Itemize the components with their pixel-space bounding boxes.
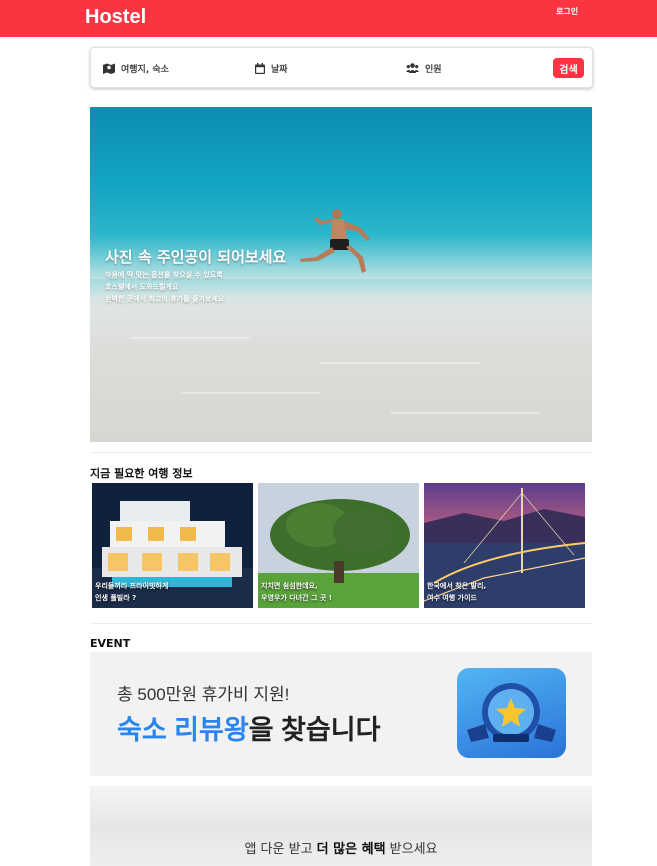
card-caption: 한국에서 찾은 발리, 여수 여행 가이드 — [427, 580, 486, 604]
destination-field[interactable]: 여행지, 숙소 — [103, 61, 169, 75]
card-caption-line1: 한국에서 찾은 발리, — [427, 582, 487, 590]
sand-ripple — [130, 337, 250, 339]
banner-title-highlight: 숙소 리뷰왕 — [117, 715, 249, 745]
card-caption-line1: 우리들끼리 프라이빗하게 — [95, 582, 169, 590]
divider — [90, 452, 592, 453]
banner-title: 숙소 리뷰왕을 찾습니다 — [117, 708, 380, 747]
users-icon — [406, 63, 419, 73]
promo-text-pre: 앱 다운 받고 — [244, 842, 317, 857]
card-caption-line1: 지치면 쉼섬한데요, — [261, 582, 318, 590]
review-king-badge — [457, 668, 566, 758]
promo-text: 앱 다운 받고 더 많은 혜택 받으세요 — [90, 838, 592, 857]
logo[interactable]: Hostel — [85, 6, 146, 29]
hero-line-3: 완벽한 곳에서 최고의 휴가를 즐겨보세요 — [105, 295, 225, 303]
hero-title: 사진 속 주인공이 되어보세요 — [105, 248, 287, 266]
guests-placeholder: 인원 — [425, 64, 442, 75]
card-caption-line2: 우영우가 다녀간 그 곳 ! — [261, 594, 332, 602]
sand-ripple — [320, 362, 480, 364]
card-caption: 우리들끼리 프라이빗하게 인생 풀빌라 ? — [95, 580, 168, 604]
event-heading: EVENT — [90, 637, 131, 650]
divider — [90, 623, 592, 624]
hero-line-1: 마음에 딱 맞는 옵션을 찾으실 수 있도록 — [105, 271, 223, 279]
review-event-banner[interactable]: 총 500만원 휴가비 지원! 숙소 리뷰왕을 찾습니다 — [90, 652, 592, 776]
hero-banner: 사진 속 주인공이 되어보세요 마음에 딱 맞는 옵션을 찾으실 수 있도록 호… — [90, 107, 592, 442]
card-caption-line2: 인생 풀빌라 ? — [95, 594, 137, 602]
card-caption: 지치면 쉼섬한데요, 우영우가 다녀간 그 곳 ! — [261, 580, 332, 604]
top-navbar: Hostel 로그인 — [0, 0, 657, 37]
date-field[interactable]: 날짜 — [255, 61, 288, 75]
card-caption-line2: 여수 여행 가이드 — [427, 594, 477, 602]
calendar-icon — [255, 62, 265, 74]
promo-text-bold: 더 많은 혜택 — [316, 842, 386, 857]
hero-line-2: 호스텔에서 도와드릴게요 — [105, 283, 179, 291]
travel-info-heading: 지금 필요한 여행 정보 — [90, 467, 193, 480]
search-bar: 여행지, 숙소 날짜 인원 검색 — [90, 47, 593, 88]
sand-ripple — [180, 392, 320, 394]
travel-card-tree[interactable]: 지치면 쉼섬한데요, 우영우가 다녀간 그 곳 ! — [258, 483, 419, 608]
jumping-man-image — [300, 209, 370, 273]
destination-placeholder: 여행지, 숙소 — [121, 64, 169, 75]
travel-card-villa[interactable]: 우리들끼리 프라이빗하게 인생 풀빌라 ? — [92, 483, 253, 608]
promo-text-post: 받으세요 — [385, 842, 438, 857]
travel-card-yeosu[interactable]: 한국에서 찾은 발리, 여수 여행 가이드 — [424, 483, 585, 608]
login-link[interactable]: 로그인 — [556, 6, 578, 17]
map-icon — [103, 63, 115, 74]
banner-subtitle: 총 500만원 휴가비 지원! — [117, 685, 290, 704]
search-button[interactable]: 검색 — [553, 58, 584, 78]
guests-field[interactable]: 인원 — [406, 61, 442, 75]
banner-title-rest: 을 찾습니다 — [248, 715, 381, 745]
date-placeholder: 날짜 — [271, 64, 288, 75]
app-promo-banner[interactable]: 앱 다운 받고 더 많은 혜택 받으세요 — [90, 786, 592, 866]
trophy-medal-icon — [467, 683, 556, 742]
sand-ripple — [390, 412, 540, 414]
